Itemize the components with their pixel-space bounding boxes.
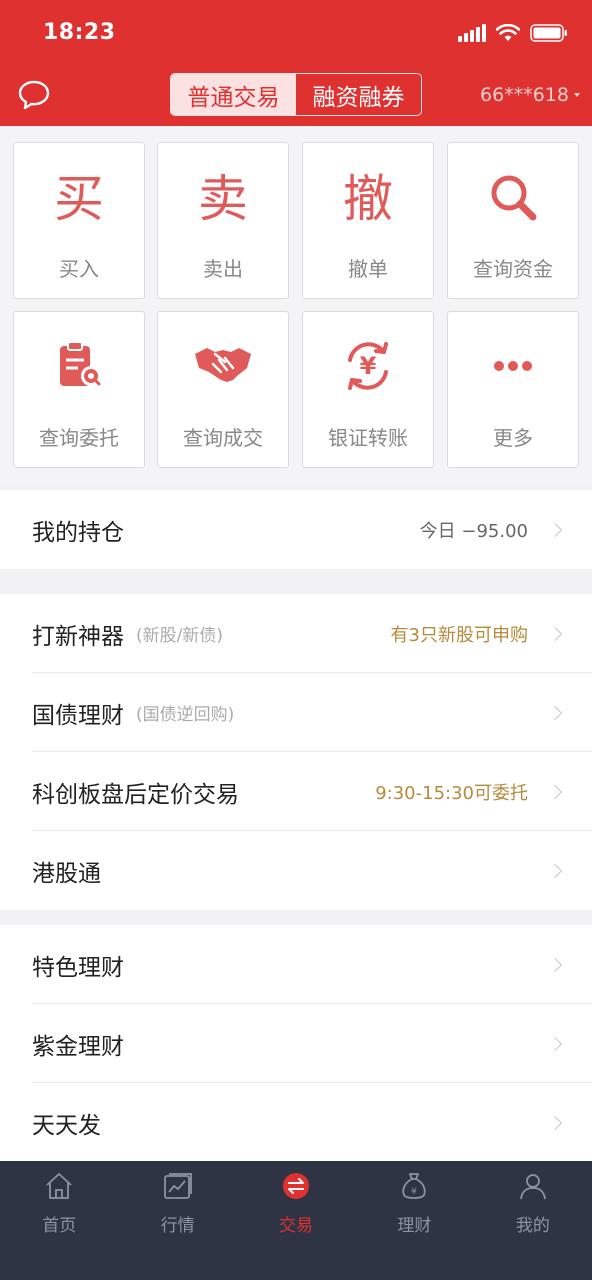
list-item-star-market[interactable]: 科创板盘后定价交易 9:30-15:30可委托 <box>0 752 592 831</box>
buy-button[interactable]: 买 买入 <box>13 142 145 299</box>
cancel-order-label: 撤单 <box>348 257 388 281</box>
function-grid: 买 买入 卖 卖出 撤 撤单 查询资金 查询委托 查询成交 ¥ 银证转账 更多 <box>0 126 592 483</box>
tab-margin-trade[interactable]: 融资融券 <box>296 74 421 115</box>
holdings-section: 我的持仓 今日 −95.00 <box>0 490 592 569</box>
list-item-title: 打新神器 <box>32 623 124 650</box>
bank-transfer-label: 银证转账 <box>328 426 408 450</box>
query-funds-label: 查询资金 <box>473 257 553 281</box>
more-label: 更多 <box>493 426 533 450</box>
search-icon <box>483 169 543 225</box>
chevron-right-icon <box>547 626 563 641</box>
query-orders-button[interactable]: 查询委托 <box>13 311 145 468</box>
cancel-glyph-icon: 撤 <box>343 170 393 228</box>
list-item-title: 特色理财 <box>32 954 124 981</box>
cancel-order-button[interactable]: 撤 撤单 <box>302 142 434 299</box>
battery-icon <box>530 24 568 42</box>
list-item-title: 港股通 <box>32 860 101 887</box>
list-item-subtitle: (国债逆回购) <box>136 705 235 725</box>
chevron-right-icon <box>547 863 563 878</box>
tab-mine[interactable]: 我的 <box>474 1161 592 1280</box>
chevron-right-icon <box>547 957 563 972</box>
trade-icon <box>279 1169 313 1203</box>
money-bag-icon: ¥ <box>397 1169 431 1203</box>
trade-type-segmented-control: 普通交易 融资融券 <box>170 73 422 116</box>
market-chart-icon <box>161 1169 195 1203</box>
chevron-right-icon <box>547 705 563 720</box>
clipboard-search-icon <box>49 338 109 394</box>
tab-home[interactable]: 首页 <box>0 1161 118 1280</box>
holdings-row[interactable]: 我的持仓 今日 −95.00 <box>0 490 592 569</box>
yen-transfer-icon: ¥ <box>338 338 398 394</box>
holdings-today-pnl: 今日 −95.00 <box>419 520 528 542</box>
message-bubble-icon[interactable] <box>18 80 50 110</box>
svg-text:¥: ¥ <box>412 1187 418 1197</box>
tab-normal-trade[interactable]: 普通交易 <box>171 74 296 115</box>
status-time: 18:23 <box>43 20 116 45</box>
bank-transfer-button[interactable]: ¥ 银证转账 <box>302 311 434 468</box>
list-item-title: 国债理财 <box>32 702 124 729</box>
chevron-right-icon <box>547 522 563 537</box>
status-icons <box>458 24 568 42</box>
account-number: 66***618 <box>480 84 569 106</box>
tab-label: 我的 <box>515 1216 550 1236</box>
services-list: 打新神器 (新股/新债) 有3只新股可申购 国债理财 (国债逆回购) 科创板盘后… <box>0 594 592 910</box>
list-item-status: 有3只新股可申购 <box>390 624 528 646</box>
caret-down-icon <box>574 93 580 97</box>
tab-wealth[interactable]: ¥ 理财 <box>355 1161 473 1280</box>
list-item-title: 科创板盘后定价交易 <box>32 781 239 808</box>
list-item-title: 天天发 <box>32 1112 101 1139</box>
chevron-right-icon <box>547 1115 563 1130</box>
wealth-list: 特色理财 紫金理财 天天发 <box>0 925 592 1162</box>
tab-label: 首页 <box>42 1216 77 1236</box>
yen-symbol: ¥ <box>359 352 377 380</box>
query-deals-button[interactable]: 查询成交 <box>157 311 289 468</box>
query-orders-label: 查询委托 <box>39 426 119 450</box>
tab-label: 行情 <box>160 1216 195 1236</box>
home-icon <box>42 1169 76 1203</box>
list-item-hk-connect[interactable]: 港股通 <box>0 831 592 910</box>
list-item-ipo[interactable]: 打新神器 (新股/新债) 有3只新股可申购 <box>0 594 592 673</box>
handshake-icon <box>193 338 253 394</box>
tab-label: 交易 <box>279 1216 314 1236</box>
wifi-icon <box>496 24 520 42</box>
list-item-featured-wealth[interactable]: 特色理财 <box>0 925 592 1004</box>
list-item-zijin-wealth[interactable]: 紫金理财 <box>0 1004 592 1083</box>
sell-glyph-icon: 卖 <box>198 170 248 228</box>
chevron-right-icon <box>547 1036 563 1051</box>
list-item-subtitle: (新股/新债) <box>136 626 223 646</box>
holdings-title: 我的持仓 <box>32 519 124 546</box>
sell-label: 卖出 <box>203 257 243 281</box>
buy-label: 买入 <box>59 257 99 281</box>
signal-icon <box>458 24 486 42</box>
list-item-title: 紫金理财 <box>32 1033 124 1060</box>
tab-market[interactable]: 行情 <box>118 1161 236 1280</box>
more-button[interactable]: 更多 <box>447 311 579 468</box>
query-deals-label: 查询成交 <box>183 426 263 450</box>
list-item-status: 9:30-15:30可委托 <box>375 782 528 804</box>
account-switcher[interactable]: 66***618 <box>480 84 580 106</box>
buy-glyph-icon: 买 <box>54 170 104 228</box>
bottom-tab-bar: 首页 行情 交易 ¥ 理财 我的 <box>0 1161 592 1280</box>
tab-label: 理财 <box>397 1216 432 1236</box>
list-item-treasury[interactable]: 国债理财 (国债逆回购) <box>0 673 592 752</box>
header-bar: 18:23 普通交易 融资融券 66***618 <box>0 0 592 126</box>
query-funds-button[interactable]: 查询资金 <box>447 142 579 299</box>
list-item-tiantianfa[interactable]: 天天发 <box>0 1083 592 1162</box>
more-dots-icon <box>483 338 543 394</box>
user-icon <box>516 1169 550 1203</box>
sell-button[interactable]: 卖 卖出 <box>157 142 289 299</box>
chevron-right-icon <box>547 784 563 799</box>
tab-trade[interactable]: 交易 <box>237 1161 355 1280</box>
